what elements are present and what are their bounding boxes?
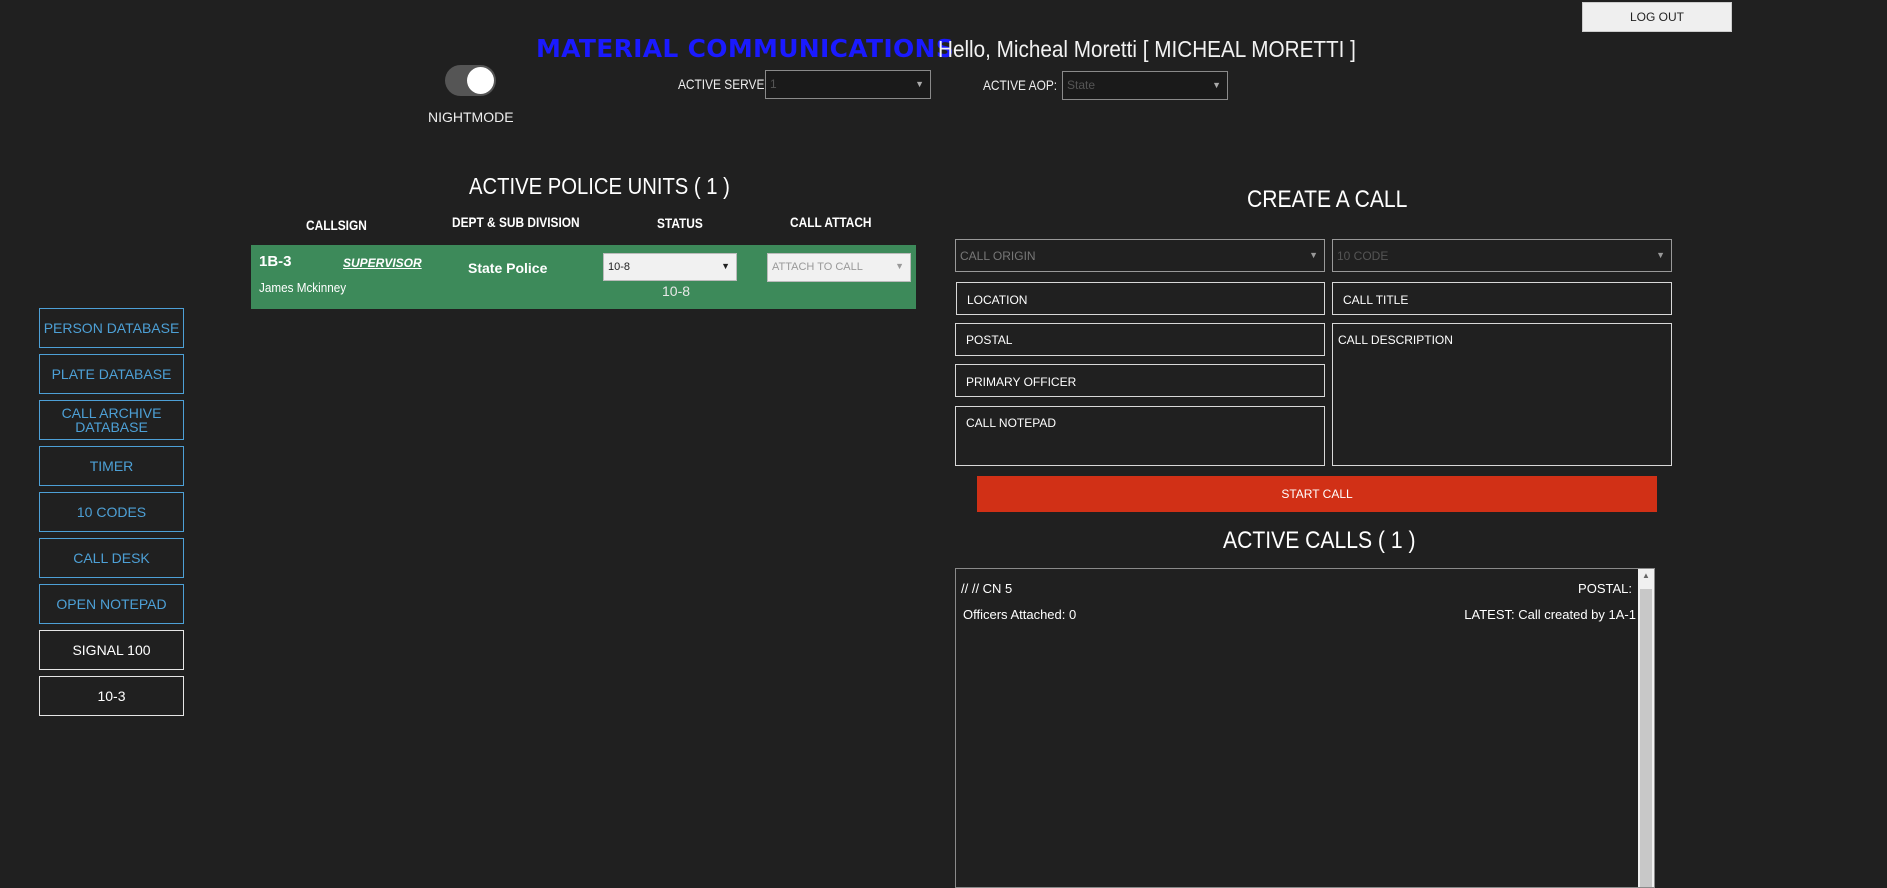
call-postal: POSTAL: xyxy=(1578,581,1632,596)
ten-3-button[interactable]: 10-3 xyxy=(39,676,184,716)
nightmode-toggle[interactable] xyxy=(445,65,496,96)
create-call-title: CREATE A CALL xyxy=(1247,186,1408,213)
toggle-knob xyxy=(467,67,494,94)
unit-status-select[interactable]: 10-8 ▼ xyxy=(603,253,737,281)
ten-code-select[interactable]: 10 CODE ▼ xyxy=(1332,239,1672,272)
call-notepad-textarea[interactable]: CALL NOTEPAD xyxy=(955,406,1325,466)
unit-status-select-value: 10-8 xyxy=(608,261,631,273)
col-attach: CALL ATTACH xyxy=(790,214,872,230)
brand-title: MATERIAL COMMUNICATIONS xyxy=(536,34,955,63)
chevron-down-icon: ▼ xyxy=(895,261,904,271)
location-input[interactable]: LOCATION xyxy=(956,282,1325,315)
active-server-select[interactable]: 1 ▼ xyxy=(765,70,931,99)
active-calls-list[interactable]: // // CN 5 POSTAL: Officers Attached: 0 … xyxy=(955,568,1655,888)
call-title-input[interactable]: CALL TITLE xyxy=(1332,282,1672,315)
chevron-down-icon: ▼ xyxy=(721,261,730,271)
signal-100-button[interactable]: SIGNAL 100 xyxy=(39,630,184,670)
unit-dept: State Police xyxy=(468,260,548,276)
chevron-down-icon: ▼ xyxy=(1212,80,1221,90)
call-archive-database-button[interactable]: CALL ARCHIVE DATABASE xyxy=(39,400,184,440)
active-server-label: ACTIVE SERVER: xyxy=(678,76,777,92)
chevron-down-icon: ▼ xyxy=(1309,250,1318,260)
call-origin-select[interactable]: CALL ORIGIN ▼ xyxy=(955,239,1325,272)
unit-officer-name: James Mckinney xyxy=(259,280,347,295)
timer-button[interactable]: TIMER xyxy=(39,446,184,486)
attach-to-call-select[interactable]: ATTACH TO CALL ▼ xyxy=(767,253,911,282)
chevron-down-icon: ▼ xyxy=(1656,250,1665,260)
chevron-down-icon: ▼ xyxy=(915,79,924,89)
unit-role[interactable]: SUPERVISOR xyxy=(343,256,422,270)
scroll-up-icon[interactable]: ▲ xyxy=(1638,571,1654,580)
active-aop-label: ACTIVE AOP: xyxy=(983,77,1058,93)
active-server-value: 1 xyxy=(770,77,777,91)
person-database-button[interactable]: PERSON DATABASE xyxy=(39,308,184,348)
open-notepad-button[interactable]: OPEN NOTEPAD xyxy=(39,584,184,624)
unit-callsign: 1B-3 xyxy=(259,253,292,270)
postal-input[interactable]: POSTAL xyxy=(955,323,1325,356)
active-calls-title: ACTIVE CALLS ( 1 ) xyxy=(1223,527,1416,554)
start-call-button[interactable]: START CALL xyxy=(977,476,1657,512)
active-aop-value: State xyxy=(1067,78,1096,92)
call-latest: LATEST: Call created by 1A-1 xyxy=(1464,607,1636,622)
nightmode-label: NIGHTMODE xyxy=(428,109,514,125)
units-title: ACTIVE POLICE UNITS ( 1 ) xyxy=(469,173,730,199)
ten-codes-button[interactable]: 10 CODES xyxy=(39,492,184,532)
call-origin-placeholder: CALL ORIGIN xyxy=(960,249,1036,263)
ten-code-placeholder: 10 CODE xyxy=(1337,249,1389,263)
call-header-left: // // CN 5 xyxy=(961,581,1013,596)
col-dept: DEPT & SUB DIVISION xyxy=(452,214,580,230)
unit-row: 1B-3 SUPERVISOR James Mckinney State Pol… xyxy=(251,245,916,309)
col-status: STATUS xyxy=(657,215,703,231)
call-officers-attached: Officers Attached: 0 xyxy=(963,607,1077,622)
col-callsign: CALLSIGN xyxy=(306,217,367,233)
call-desk-button[interactable]: CALL DESK xyxy=(39,538,184,578)
user-greeting: Hello, Micheal Moretti [ MICHEAL MORETTI… xyxy=(938,36,1356,62)
unit-status-text: 10-8 xyxy=(662,283,691,299)
plate-database-button[interactable]: PLATE DATABASE xyxy=(39,354,184,394)
primary-officer-input[interactable]: PRIMARY OFFICER xyxy=(955,364,1325,397)
attach-to-call-placeholder: ATTACH TO CALL xyxy=(772,261,863,273)
scroll-thumb[interactable] xyxy=(1640,589,1652,887)
logout-button[interactable]: LOG OUT xyxy=(1582,2,1732,32)
active-aop-select[interactable]: State ▼ xyxy=(1062,71,1228,100)
calls-scrollbar[interactable]: ▲ xyxy=(1638,569,1654,887)
call-description-textarea[interactable]: CALL DESCRIPTION xyxy=(1332,323,1672,466)
